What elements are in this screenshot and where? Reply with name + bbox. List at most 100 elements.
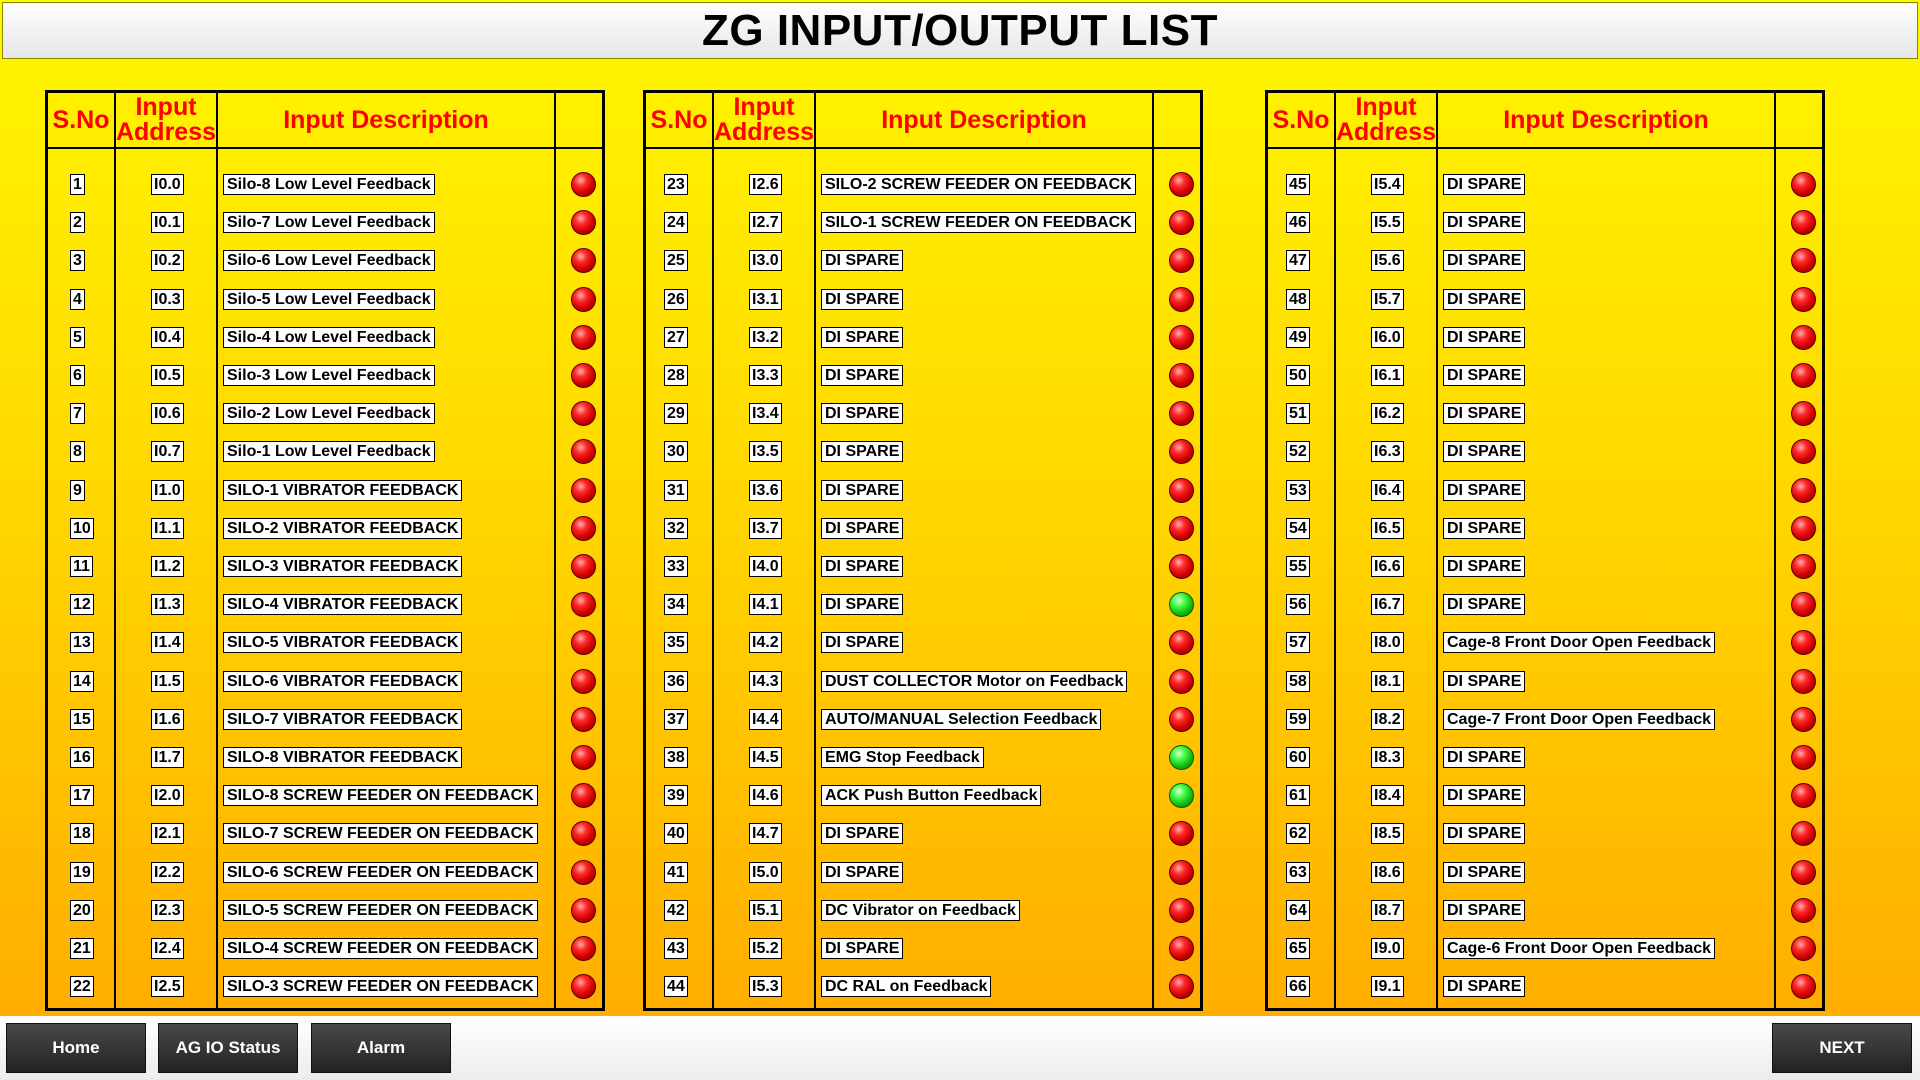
status-led-off-icon bbox=[571, 325, 596, 350]
row-sno: 61 bbox=[1286, 785, 1310, 806]
row-sno: 60 bbox=[1286, 747, 1310, 768]
row-input-address: I6.3 bbox=[1371, 441, 1404, 462]
row-input-address: I6.4 bbox=[1371, 480, 1404, 501]
status-led-off-icon bbox=[1791, 363, 1816, 388]
row-input-description: DI SPARE bbox=[1443, 976, 1526, 997]
row-sno: 35 bbox=[664, 632, 688, 653]
row-input-description: SILO-3 SCREW FEEDER ON FEEDBACK bbox=[223, 976, 538, 997]
row-input-address: I8.1 bbox=[1371, 671, 1404, 692]
row-sno: 1 bbox=[70, 174, 85, 195]
row-input-description: SILO-1 VIBRATOR FEEDBACK bbox=[223, 480, 463, 501]
column-divider bbox=[216, 93, 218, 1008]
row-sno: 30 bbox=[664, 441, 688, 462]
row-input-description: EMG Stop Feedback bbox=[821, 747, 984, 768]
column-divider bbox=[114, 93, 116, 1008]
row-input-description: DI SPARE bbox=[821, 289, 904, 310]
status-led-off-icon bbox=[1169, 936, 1194, 961]
row-input-description: DI SPARE bbox=[821, 938, 904, 959]
row-input-address: I3.2 bbox=[749, 327, 782, 348]
row-input-description: Cage-7 Front Door Open Feedback bbox=[1443, 709, 1716, 730]
row-input-address: I0.2 bbox=[151, 250, 184, 271]
row-input-description: SILO-4 VIBRATOR FEEDBACK bbox=[223, 594, 463, 615]
row-input-description: SILO-2 SCREW FEEDER ON FEEDBACK bbox=[821, 174, 1136, 195]
status-led-off-icon bbox=[1791, 860, 1816, 885]
row-sno: 19 bbox=[70, 862, 94, 883]
row-input-address: I3.1 bbox=[749, 289, 782, 310]
row-sno: 14 bbox=[70, 671, 94, 692]
row-sno: 33 bbox=[664, 556, 688, 577]
row-input-address: I2.4 bbox=[151, 938, 184, 959]
status-led-off-icon bbox=[1169, 363, 1194, 388]
row-sno: 6 bbox=[70, 365, 85, 386]
row-sno: 56 bbox=[1286, 594, 1310, 615]
column-divider bbox=[814, 93, 816, 1008]
status-led-off-icon bbox=[571, 860, 596, 885]
row-input-description: DI SPARE bbox=[1443, 403, 1526, 424]
row-input-description: DI SPARE bbox=[1443, 289, 1526, 310]
status-led-off-icon bbox=[1791, 669, 1816, 694]
row-input-description: DC RAL on Feedback bbox=[821, 976, 992, 997]
row-input-description: DI SPARE bbox=[821, 823, 904, 844]
row-input-description: DI SPARE bbox=[821, 403, 904, 424]
status-led-off-icon bbox=[1791, 516, 1816, 541]
row-sno: 46 bbox=[1286, 212, 1310, 233]
row-input-description: DI SPARE bbox=[1443, 518, 1526, 539]
header-input-address: Input Address bbox=[116, 93, 216, 147]
row-input-address: I3.0 bbox=[749, 250, 782, 271]
row-sno: 29 bbox=[664, 403, 688, 424]
status-led-off-icon bbox=[1791, 210, 1816, 235]
row-input-address: I2.5 bbox=[151, 976, 184, 997]
row-sno: 43 bbox=[664, 938, 688, 959]
status-led-off-icon bbox=[1169, 210, 1194, 235]
status-led-off-icon bbox=[1169, 439, 1194, 464]
row-input-description: DI SPARE bbox=[821, 594, 904, 615]
row-input-address: I8.4 bbox=[1371, 785, 1404, 806]
status-led-off-icon bbox=[571, 630, 596, 655]
row-input-address: I4.0 bbox=[749, 556, 782, 577]
column-divider bbox=[1774, 93, 1776, 1008]
column-divider bbox=[554, 93, 556, 1008]
row-input-address: I2.7 bbox=[749, 212, 782, 233]
row-sno: 50 bbox=[1286, 365, 1310, 386]
row-sno: 5 bbox=[70, 327, 85, 348]
row-input-address: I6.6 bbox=[1371, 556, 1404, 577]
status-led-off-icon bbox=[1791, 783, 1816, 808]
status-led-off-icon bbox=[571, 478, 596, 503]
ag-io-status-button[interactable]: AG IO Status bbox=[158, 1023, 298, 1073]
status-led-off-icon bbox=[1791, 248, 1816, 273]
row-sno: 27 bbox=[664, 327, 688, 348]
status-led-on-icon bbox=[1169, 745, 1194, 770]
row-sno: 24 bbox=[664, 212, 688, 233]
row-input-address: I2.0 bbox=[151, 785, 184, 806]
status-led-off-icon bbox=[571, 554, 596, 579]
row-input-address: I2.2 bbox=[151, 862, 184, 883]
row-input-description: DI SPARE bbox=[1443, 174, 1526, 195]
header-input-address: Input Address bbox=[714, 93, 814, 147]
status-led-off-icon bbox=[1791, 630, 1816, 655]
header-sno: S.No bbox=[1272, 105, 1330, 134]
header-input-address: Input Address bbox=[1336, 93, 1436, 147]
row-input-address: I0.0 bbox=[151, 174, 184, 195]
row-input-description: DI SPARE bbox=[1443, 594, 1526, 615]
status-led-off-icon bbox=[571, 783, 596, 808]
header-divider bbox=[48, 147, 602, 149]
row-sno: 38 bbox=[664, 747, 688, 768]
row-input-description: DI SPARE bbox=[821, 327, 904, 348]
row-input-description: Silo-7 Low Level Feedback bbox=[223, 212, 435, 233]
row-sno: 31 bbox=[664, 480, 688, 501]
row-sno: 63 bbox=[1286, 862, 1310, 883]
status-led-off-icon bbox=[1791, 287, 1816, 312]
row-sno: 16 bbox=[70, 747, 94, 768]
row-input-description: SILO-1 SCREW FEEDER ON FEEDBACK bbox=[821, 212, 1136, 233]
row-input-address: I2.6 bbox=[749, 174, 782, 195]
row-input-address: I8.0 bbox=[1371, 632, 1404, 653]
header-line: Address bbox=[115, 118, 217, 146]
header-sno: S.No bbox=[650, 105, 708, 134]
next-button[interactable]: NEXT bbox=[1772, 1023, 1912, 1073]
home-button[interactable]: Home bbox=[6, 1023, 146, 1073]
row-input-description: ACK Push Button Feedback bbox=[821, 785, 1042, 806]
status-led-off-icon bbox=[1791, 554, 1816, 579]
row-input-address: I1.7 bbox=[151, 747, 184, 768]
alarm-button[interactable]: Alarm bbox=[311, 1023, 451, 1073]
row-input-address: I5.5 bbox=[1371, 212, 1404, 233]
